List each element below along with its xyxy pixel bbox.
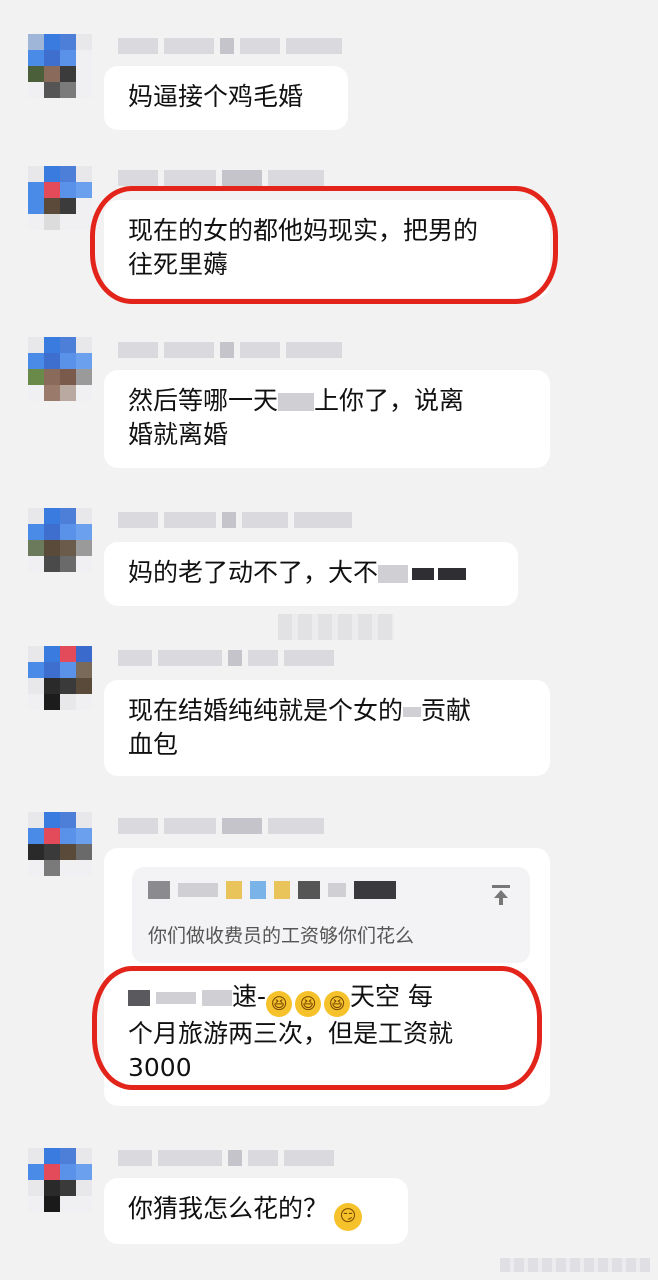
avatar[interactable] [28,166,92,230]
message-bubble[interactable]: 妈逼接个鸡毛婚 [104,66,348,130]
watermark [500,1258,650,1272]
redacted-text [438,568,467,580]
message-line: 现在的女的都他妈现实，把男的 [128,216,479,245]
sender-name [118,36,342,56]
avatar[interactable] [28,646,92,710]
redacted-text [202,990,232,1006]
message-bubble[interactable]: 妈的老了动不了，大不 [104,542,518,606]
message-text: 妈逼接个鸡毛婚 [128,82,304,111]
message-line: 速- 😆 😆 😆 天空 每 [128,980,453,1017]
message-line: 婚就离婚 [128,420,229,449]
message-body: 速- 😆 😆 😆 天空 每 个月旅游两三次，但是工资就 3000 [128,980,453,1085]
redacted-text [128,990,150,1006]
message-bubble[interactable]: 现在结婚纯纯就是个女的 贡献 血包 [104,680,550,776]
quoted-text: 你们做收费员的工资够你们花么 [148,925,415,947]
redacted-text [278,393,315,411]
redacted-text [156,992,196,1004]
message-line: 然后等哪一天 上你了，说离 [128,386,465,415]
message-line: 3000 [128,1053,192,1082]
blurred-system-notice [278,614,394,640]
quoted-sender [148,881,514,899]
redacted-text [378,565,409,583]
sender-name [118,816,324,836]
avatar[interactable] [28,812,92,876]
avatar[interactable] [28,508,92,572]
pin-to-top-icon[interactable] [490,883,512,907]
message-line: 个月旅游两三次，但是工资就 [128,1019,454,1048]
sender-name [118,340,342,360]
message-bubble[interactable]: 现在的女的都他妈现实，把男的 往死里薅 [104,200,550,298]
message-line: 现在结婚纯纯就是个女的 贡献 [128,696,472,725]
message-line: 往死里薅 [128,250,229,279]
rolling-on-floor-laughing-emoji: 😆 [324,991,351,1017]
sender-name [118,648,334,668]
rolling-on-floor-laughing-emoji: 😆 [295,991,322,1017]
message-bubble[interactable]: 然后等哪一天 上你了，说离 婚就离婚 [104,370,550,468]
redacted-text [403,707,422,717]
message-line: 血包 [128,730,179,759]
redacted-text [412,568,435,580]
smirking-face-emoji: 😏 [334,1203,363,1231]
sender-name [118,510,352,530]
rolling-on-floor-laughing-emoji: 😆 [266,991,293,1017]
avatar[interactable] [28,337,92,401]
avatar[interactable] [28,34,92,98]
message-bubble[interactable]: 你猜我怎么花的？ 😏 [104,1178,408,1244]
sender-name [118,1148,334,1168]
sender-name [118,168,324,188]
avatar[interactable] [28,1148,92,1212]
quoted-message[interactable]: 你们做收费员的工资够你们花么 [132,867,530,963]
